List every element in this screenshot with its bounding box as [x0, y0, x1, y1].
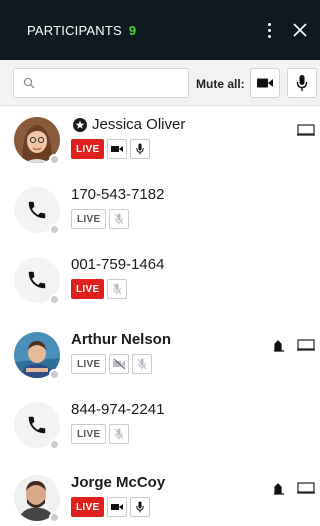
status-badges: LIVE [71, 279, 128, 299]
video-on-icon[interactable] [107, 139, 128, 159]
more-options-icon[interactable] [262, 20, 276, 40]
video-muted-icon[interactable] [109, 354, 130, 374]
live-badge: LIVE [71, 424, 107, 444]
header-title: PARTICIPANTS [27, 22, 122, 38]
raised-hand-icon[interactable] [272, 339, 286, 353]
mute-all-audio-button[interactable] [287, 68, 317, 98]
participant-name: 844-974-2241 [71, 401, 165, 418]
status-badges: LIVE [71, 424, 130, 444]
live-badge: LIVE [71, 354, 107, 374]
status-badges: LIVE [71, 209, 130, 229]
status-dot [49, 512, 60, 523]
phone-icon [28, 271, 46, 289]
microphone-on-icon[interactable] [130, 497, 151, 517]
close-icon[interactable] [288, 18, 312, 42]
phone-icon [28, 201, 46, 219]
participant-name: Arthur Nelson [71, 331, 172, 348]
live-badge: LIVE [71, 497, 105, 517]
live-badge: LIVE [71, 139, 105, 159]
microphone-icon [296, 75, 308, 91]
video-camera-icon [257, 78, 273, 88]
participants-panel: PARTICIPANTS 9 Mute all: Jessica Oliver … [0, 0, 320, 526]
status-dot [49, 439, 60, 450]
mute-all-video-button[interactable] [250, 68, 280, 98]
participant-name: Jessica Oliver [92, 116, 186, 133]
phone-icon [28, 416, 46, 434]
participant-row[interactable]: 001-759-1464 LIVE [0, 256, 320, 328]
raised-hand-icon[interactable] [272, 482, 286, 496]
participant-name: 001-759-1464 [71, 256, 165, 273]
status-dot [49, 294, 60, 305]
participants-header: PARTICIPANTS 9 [0, 0, 320, 60]
mute-all-label: Mute all: [196, 77, 245, 91]
search-box[interactable] [13, 68, 189, 98]
search-input[interactable] [41, 76, 181, 90]
participant-name: Jorge McCoy [71, 474, 166, 491]
screen-share-icon[interactable] [297, 124, 315, 136]
live-badge: LIVE [71, 209, 107, 229]
moderator-star-icon [73, 118, 87, 132]
participant-row[interactable]: Jorge McCoy LIVE [0, 474, 320, 526]
status-dot [49, 154, 60, 165]
screen-share-icon[interactable] [297, 482, 315, 494]
live-badge: LIVE [71, 279, 105, 299]
microphone-muted-icon[interactable] [109, 424, 130, 444]
video-on-icon[interactable] [107, 497, 128, 517]
status-badges: LIVE [71, 139, 151, 159]
status-badges: LIVE [71, 354, 153, 374]
participant-row[interactable]: Jessica Oliver LIVE [0, 116, 320, 188]
participant-row[interactable]: 170-543-7182 LIVE [0, 186, 320, 258]
status-dot [49, 369, 60, 380]
participant-row[interactable]: 844-974-2241 LIVE [0, 401, 320, 473]
status-dot [49, 224, 60, 235]
microphone-muted-icon[interactable] [107, 279, 128, 299]
search-icon [23, 77, 35, 89]
participant-count: 9 [128, 22, 137, 38]
status-badges: LIVE [71, 497, 151, 517]
participant-row[interactable]: Arthur Nelson LIVE [0, 331, 320, 403]
microphone-muted-icon[interactable] [132, 354, 153, 374]
participant-name: 170-543-7182 [71, 186, 165, 203]
toolbar: Mute all: [0, 60, 320, 106]
screen-share-icon[interactable] [297, 339, 315, 351]
microphone-muted-icon[interactable] [109, 209, 130, 229]
microphone-on-icon[interactable] [130, 139, 151, 159]
